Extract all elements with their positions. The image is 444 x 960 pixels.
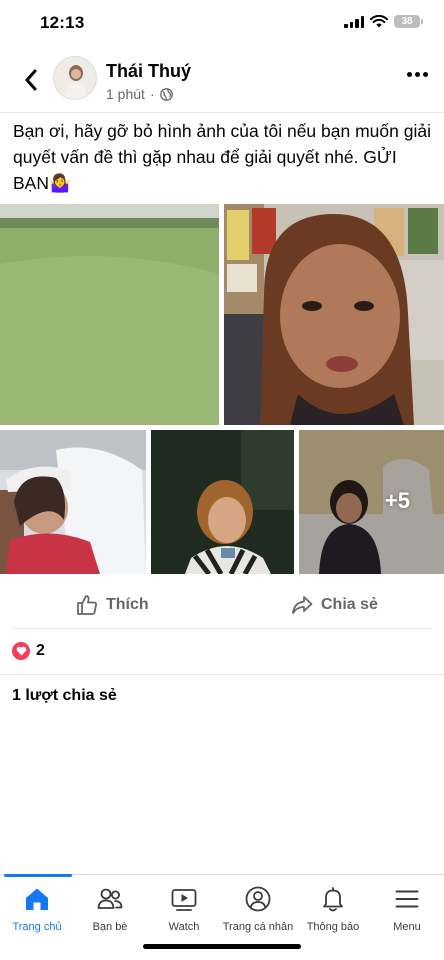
tab-home-label: Trang chủ	[12, 921, 62, 933]
action-bar: Thích Chia sẻ	[0, 588, 444, 628]
share-count[interactable]: 1 lượt chia sẻ	[12, 687, 117, 705]
post-header: Thái Thuý 1 phút ·	[0, 52, 444, 108]
like-label: Thích	[106, 596, 149, 613]
reactions-summary[interactable]: 2	[12, 642, 45, 660]
back-button[interactable]	[18, 66, 44, 94]
profile-icon	[245, 886, 271, 912]
tab-friends[interactable]: Bạn bè	[68, 885, 152, 933]
divider	[0, 674, 444, 675]
photo-5[interactable]: +5	[299, 430, 444, 574]
photo-4[interactable]	[151, 430, 294, 574]
photo-2[interactable]	[224, 204, 444, 425]
friends-icon	[97, 888, 123, 909]
post-meta: 1 phút ·	[106, 86, 173, 102]
share-label: Chia sẻ	[321, 596, 378, 613]
wifi-icon	[370, 15, 388, 28]
tab-watch[interactable]: Watch	[142, 885, 226, 933]
post-time: 1 phút	[106, 86, 145, 102]
chevron-left-icon	[25, 69, 37, 91]
post-text: Bạn ơi, hãy gỡ bỏ hình ảnh của tôi nếu b…	[13, 121, 431, 193]
tab-menu[interactable]: Menu	[365, 885, 444, 933]
more-photos-count: +5	[384, 488, 410, 513]
tab-profile[interactable]: Trang cá nhân	[216, 885, 300, 933]
tab-menu-label: Menu	[393, 921, 421, 933]
author-name[interactable]: Thái Thuý	[106, 61, 191, 82]
watch-icon	[171, 889, 197, 911]
signal-icon	[344, 15, 364, 28]
active-tab-indicator	[4, 874, 72, 877]
tab-profile-label: Trang cá nhân	[222, 921, 294, 933]
tab-friends-label: Bạn bè	[92, 921, 128, 933]
more-options-button[interactable]	[407, 72, 428, 77]
bell-icon	[323, 887, 343, 912]
status-bar: 12:13 38	[0, 0, 444, 46]
photo-1[interactable]	[0, 204, 219, 425]
heart-icon	[12, 642, 30, 660]
reaction-count: 2	[36, 642, 45, 659]
share-button[interactable]: Chia sẻ	[291, 594, 378, 616]
tab-notifications[interactable]: Thông báo	[291, 885, 375, 933]
avatar[interactable]	[53, 56, 97, 100]
share-icon	[292, 596, 313, 614]
status-icons: 38	[344, 15, 423, 28]
globe-icon	[159, 87, 173, 101]
divider	[12, 628, 432, 629]
battery-icon: 38	[394, 15, 423, 28]
like-button[interactable]: Thích	[76, 594, 149, 616]
home-icon	[26, 888, 48, 910]
status-time: 12:13	[40, 13, 85, 32]
separator-dot: ·	[149, 86, 155, 102]
divider	[0, 112, 444, 113]
photo-3[interactable]	[0, 430, 146, 574]
tab-notifications-label: Thông báo	[306, 921, 360, 933]
tab-watch-label: Watch	[168, 921, 200, 933]
home-indicator	[143, 944, 301, 949]
thumbs-up-icon	[77, 595, 97, 615]
menu-icon	[395, 890, 419, 908]
